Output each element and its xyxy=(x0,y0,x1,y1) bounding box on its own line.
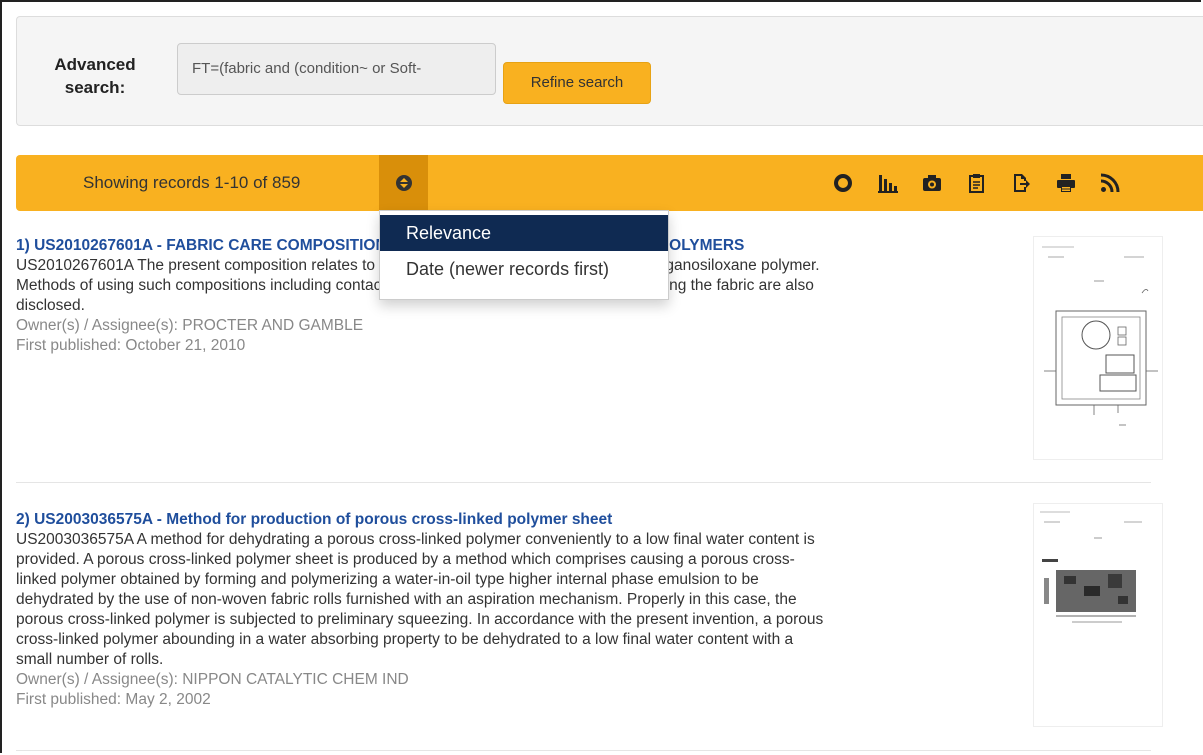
export-icon[interactable] xyxy=(1010,172,1032,194)
result-abstract-line: cross-linked polymer abounding in a wate… xyxy=(16,631,794,648)
rss-icon[interactable] xyxy=(1099,172,1121,194)
refine-search-button[interactable]: Refine search xyxy=(503,62,651,104)
advanced-search-label: Advanced search: xyxy=(54,55,136,97)
sort-dropdown-menu: Relevance Date (newer records first) xyxy=(379,210,669,300)
result-abstract-line: porous cross-linked polymer is subjected… xyxy=(16,611,824,628)
bar-chart-icon[interactable] xyxy=(877,172,899,194)
result-title-link[interactable]: 2) US2003036575A - Method for production… xyxy=(16,510,1026,530)
clipboard-icon[interactable] xyxy=(966,172,988,194)
patent-drawing-thumbnail[interactable] xyxy=(1033,236,1163,460)
sort-option-relevance[interactable]: Relevance xyxy=(380,215,668,251)
result-abstract-line: provided. A porous cross-linked polymer … xyxy=(16,551,795,568)
result-separator xyxy=(16,482,1151,483)
result-item: 2) US2003036575A - Method for production… xyxy=(16,510,1026,710)
print-icon[interactable] xyxy=(1055,172,1077,194)
result-abstract-line: dehydrated by the use of non-woven fabri… xyxy=(16,591,797,608)
sort-toggle-button[interactable] xyxy=(379,155,428,211)
records-count-text: Showing records 1-10 of 859 xyxy=(83,173,301,192)
result-owner: Owner(s) / Assignee(s): NIPPON CATALYTIC… xyxy=(16,671,409,688)
sort-icon xyxy=(395,175,412,191)
result-abstract-line: small number of rolls. xyxy=(16,651,164,668)
result-separator xyxy=(16,750,1151,751)
advanced-search-query-input[interactable]: FT=(fabric and (condition~ or Soft- xyxy=(177,43,496,95)
result-published-date: First published: May 2, 2002 xyxy=(16,691,211,708)
patent-drawing-thumbnail[interactable] xyxy=(1033,503,1163,727)
result-owner: Owner(s) / Assignee(s): PROCTER AND GAMB… xyxy=(16,317,364,334)
results-toolbar: Showing records 1-10 of 859 xyxy=(16,155,1203,211)
refresh-icon[interactable] xyxy=(832,172,854,194)
result-abstract-line: linked polymer obtained by forming and p… xyxy=(16,571,759,588)
toolbar-icons xyxy=(832,155,1144,211)
camera-icon[interactable] xyxy=(921,172,943,194)
result-abstract-line: US2003036575A A method for dehydrating a… xyxy=(16,531,815,548)
sort-option-date[interactable]: Date (newer records first) xyxy=(380,251,668,287)
result-published-date: First published: October 21, 2010 xyxy=(16,337,246,354)
